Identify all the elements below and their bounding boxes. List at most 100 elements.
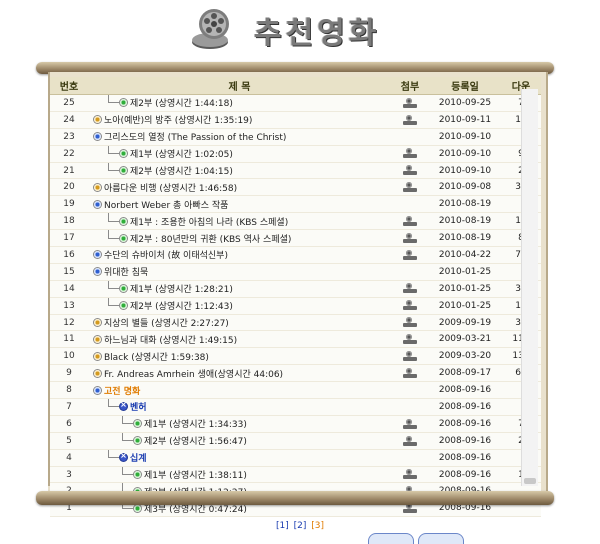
category-toggle-icon[interactable] (120, 400, 127, 411)
table-row[interactable]: 9 Fr. Andreas Amrhein 생애(상영시간 44:06) 2008-… (50, 364, 541, 383)
film-reel-icon[interactable] (403, 469, 417, 480)
attachment-cell (391, 195, 429, 214)
row-title-cell: 수단의 슈바이처 (故 이태석신부) (88, 246, 391, 264)
action-button-2[interactable] (418, 533, 464, 544)
row-date: 2009-09-19 (429, 314, 501, 332)
table-row[interactable]: 8 고전 명화 2008-09-16 (50, 381, 541, 400)
post-title-link[interactable]: Black (상영시간 1:59:38) (104, 350, 209, 363)
row-title-cell: 위대한 침묵 (88, 263, 391, 281)
table-row[interactable]: 3제1부 (상영시간 1:38:11)2008-09-161 (50, 466, 541, 484)
page-link-3-current[interactable]: [3] (311, 521, 324, 531)
table-row[interactable]: 14제1부 (상영시간 1:28:21)2010-01-2532 (50, 280, 541, 298)
table-row[interactable]: 23 그리스도의 열정 (The Passion of the Christ) 20… (50, 128, 541, 146)
film-reel-icon[interactable] (403, 232, 417, 243)
row-title-cell: 제2부 (상영시간 1:44:18) (88, 94, 391, 112)
bullet-icon (120, 99, 127, 107)
post-title-link[interactable]: 그리스도의 열정 (The Passion of the Christ) (104, 130, 286, 143)
film-reel-icon[interactable] (403, 300, 417, 311)
category-toggle-icon[interactable] (120, 451, 127, 462)
post-title-link[interactable]: Norbert Weber 총 아빠스 작품 (104, 198, 228, 211)
row-number: 20 (50, 178, 88, 197)
table-row[interactable]: 20아름다운 비행 (상영시간 1:46:58)2010-09-0835 (50, 178, 541, 197)
film-reel-icon[interactable] (403, 283, 417, 294)
table-row[interactable]: 18제1부 : 조용한 아침의 나라 (KBS 스페셜)2010-08-1917 (50, 212, 541, 231)
film-reel-icon[interactable] (403, 351, 417, 362)
post-title-link[interactable]: 지상의 별들 (상영시간 2:27:27) (104, 316, 229, 329)
post-title-link[interactable]: 제1부 (상영시간 1:28:21) (130, 282, 233, 295)
film-reel-icon[interactable] (403, 215, 417, 226)
table-row[interactable]: 24노아(예반)의 방주 (상영시간 1:35:19)2010-09-1114 (50, 111, 541, 129)
post-title-link[interactable]: 제1부 (상영시간 1:02:05) (130, 147, 233, 160)
bullet-icon (94, 335, 101, 343)
row-date: 2010-08-19 (429, 195, 501, 214)
row-date: 2010-09-10 (429, 162, 501, 180)
bullet-icon (94, 369, 101, 377)
film-reel-icon[interactable] (403, 249, 417, 260)
table-row[interactable]: 12지상의 별들 (상영시간 2:27:27)2009-09-1938 (50, 314, 541, 332)
table-row[interactable]: 21제2부 (상영시간 1:04:15)2010-09-102 (50, 162, 541, 180)
action-button-1[interactable] (368, 533, 414, 544)
post-title-link[interactable]: 제2부 (상영시간 1:44:18) (130, 96, 233, 109)
page-link-1[interactable]: [1] (276, 521, 289, 531)
table-row[interactable]: 25제2부 (상영시간 1:44:18)2010-09-257 (50, 94, 541, 112)
table-row[interactable]: 11하느님과 대화 (상영시간 1:49:15)2009-03-21114 (50, 330, 541, 349)
post-title-link[interactable]: 고전 명화 (104, 384, 140, 397)
attachment-cell (391, 111, 429, 129)
table-row[interactable]: 15 위대한 침묵 2010-01-25 (50, 263, 541, 281)
row-title-cell: 지상의 별들 (상영시간 2:27:27) (88, 314, 391, 332)
post-title-link[interactable]: 십계 (130, 451, 147, 464)
film-reel-icon[interactable] (403, 114, 417, 125)
row-date: 2010-09-10 (429, 145, 501, 163)
film-reel-icon[interactable] (403, 435, 417, 446)
row-date: 2008-09-16 (429, 381, 501, 400)
post-title-link[interactable]: 위대한 침묵 (104, 265, 148, 278)
table-row[interactable]: 5제2부 (상영시간 1:56:47)2008-09-162 (50, 432, 541, 450)
post-title-link[interactable]: 수단의 슈바이처 (故 이태석신부) (104, 248, 228, 261)
film-reel-icon[interactable] (403, 182, 417, 193)
post-title-link[interactable]: 제1부 (상영시간 1:34:33) (144, 417, 247, 430)
film-reel-icon[interactable] (403, 367, 417, 378)
post-title-link[interactable]: 제1부 : 조용한 아침의 나라 (KBS 스페셜) (130, 215, 288, 228)
vertical-scrollbar[interactable] (521, 89, 538, 486)
table-row[interactable]: 16수단의 슈바이처 (故 이태석신부)2010-04-2277 (50, 246, 541, 264)
scrollbar-thumb[interactable] (524, 478, 536, 484)
bullet-icon (94, 183, 101, 191)
post-title-link[interactable]: 제2부 (상영시간 1:04:15) (130, 164, 233, 177)
post-title-link[interactable]: 제2부 (상영시간 1:56:47) (144, 434, 247, 447)
film-reel-icon[interactable] (403, 97, 417, 108)
table-row[interactable]: 10Black (상영시간 1:59:38)2009-03-20136 (50, 347, 541, 366)
post-title-link[interactable]: 노아(예반)의 방주 (상영시간 1:35:19) (104, 113, 252, 126)
row-date: 2010-04-22 (429, 246, 501, 264)
table-row[interactable]: 13제2부 (상영시간 1:12:43)2010-01-2514 (50, 297, 541, 315)
scroll-rod-bottom (36, 491, 554, 505)
post-title-link[interactable]: 제1부 (상영시간 1:38:11) (144, 468, 247, 481)
post-title-link[interactable]: 제2부 : 80년만의 귀환 (KBS 역사 스페셜) (130, 232, 291, 245)
post-title-link[interactable]: 하느님과 대화 (상영시간 1:49:15) (104, 333, 237, 346)
post-title-link[interactable]: Fr. Andreas Amrhein 생애(상영시간 44:06) (104, 367, 283, 380)
row-number: 7 (50, 398, 88, 416)
row-title-cell: 하느님과 대화 (상영시간 1:49:15) (88, 330, 391, 349)
bullet-icon (94, 133, 101, 141)
film-reel-icon[interactable] (403, 148, 417, 159)
film-reel-icon[interactable] (403, 334, 417, 345)
film-reel-icon[interactable] (403, 165, 417, 176)
table-row[interactable]: 6제1부 (상영시간 1:34:33)2008-09-167 (50, 415, 541, 433)
post-title-link[interactable]: 제2부 (상영시간 1:12:43) (130, 299, 233, 312)
film-reel-icon[interactable] (403, 317, 417, 328)
attachment-cell (391, 246, 429, 264)
table-row[interactable]: 19 Norbert Weber 총 아빠스 작품 2010-08-19 (50, 195, 541, 214)
bullet-icon (94, 319, 101, 327)
post-title-link[interactable]: 아름다운 비행 (상영시간 1:46:58) (104, 181, 237, 194)
post-title-link[interactable]: 벤허 (130, 400, 147, 413)
film-reel-icon[interactable] (403, 418, 417, 429)
bullet-icon (94, 116, 101, 124)
attachment-cell (391, 432, 429, 450)
table-row[interactable]: 17제2부 : 80년만의 귀환 (KBS 역사 스페셜)2010-08-198 (50, 229, 541, 248)
table-row[interactable]: 7 벤허 2008-09-16 (50, 398, 541, 416)
film-reel-icon (192, 9, 229, 49)
row-number: 15 (50, 263, 88, 281)
page-link-2[interactable]: [2] (294, 521, 307, 531)
table-row[interactable]: 4 십계 2008-09-16 (50, 449, 541, 467)
table-row[interactable]: 22제1부 (상영시간 1:02:05)2010-09-109 (50, 145, 541, 163)
row-number: 10 (50, 347, 88, 366)
